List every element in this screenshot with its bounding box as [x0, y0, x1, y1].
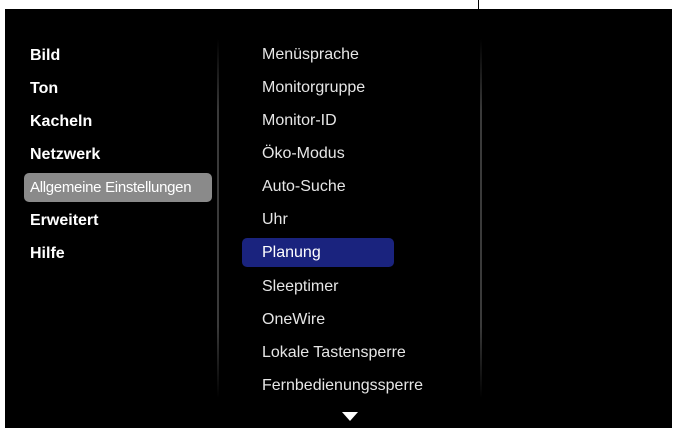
submenu-item-uhr[interactable]: Uhr [242, 205, 288, 234]
menu-item-kacheln[interactable]: Kacheln [24, 107, 92, 136]
submenu-item-planung[interactable]: Planung [242, 238, 394, 267]
menu-item-netzwerk[interactable]: Netzwerk [24, 140, 100, 169]
main-menu-column: Bild Ton Kacheln Netzwerk Allgemeine Ein… [5, 9, 218, 428]
menu-item-bild[interactable]: Bild [24, 41, 60, 70]
submenu-item-oeko-modus[interactable]: Öko-Modus [242, 139, 345, 168]
submenu-item-monitorgruppe[interactable]: Monitorgruppe [242, 73, 365, 102]
submenu-item-lokale-tastensperre[interactable]: Lokale Tastensperre [242, 338, 406, 367]
submenu-item-menuesprache[interactable]: Menüsprache [242, 40, 359, 69]
menu-item-erweitert[interactable]: Erweitert [24, 206, 98, 235]
menu-item-allgemeine-einstellungen[interactable]: Allgemeine Einstellungen [24, 173, 212, 202]
settings-menu-screen: Bild Ton Kacheln Netzwerk Allgemeine Ein… [5, 9, 672, 428]
chevron-down-icon[interactable] [342, 412, 358, 421]
submenu-item-auto-suche[interactable]: Auto-Suche [242, 172, 346, 201]
submenu-item-onewire[interactable]: OneWire [242, 305, 325, 334]
submenu-item-sleeptimer[interactable]: Sleeptimer [242, 272, 338, 301]
menu-item-ton[interactable]: Ton [24, 74, 58, 103]
submenu-column: Menüsprache Monitorgruppe Monitor-ID Öko… [219, 9, 481, 428]
menu-item-hilfe[interactable]: Hilfe [24, 239, 65, 268]
top-edge-mark [478, 0, 479, 9]
submenu-item-fernbedienungssperre[interactable]: Fernbedienungssperre [242, 371, 423, 400]
detail-column [482, 9, 672, 428]
submenu-item-monitor-id[interactable]: Monitor-ID [242, 106, 337, 135]
